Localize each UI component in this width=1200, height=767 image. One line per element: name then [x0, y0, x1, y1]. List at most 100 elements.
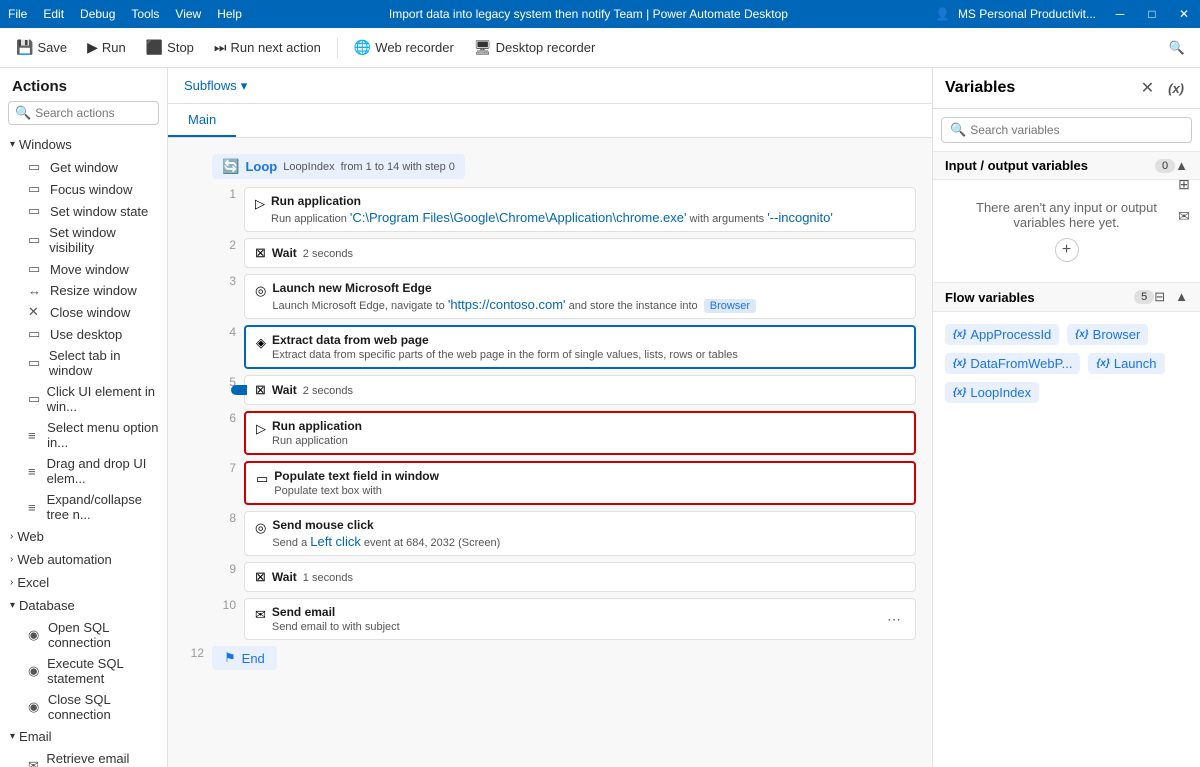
io-section-header[interactable]: Input / output variables 0 ▲ — [933, 151, 1200, 180]
loop-badge[interactable]: 🔄 Loop LoopIndex from 1 to 14 with step … — [212, 154, 465, 179]
filter-icon[interactable]: ⊟ — [1154, 289, 1165, 305]
menu-edit[interactable]: Edit — [43, 7, 64, 21]
var-chip-appprocessid[interactable]: {x} AppProcessId — [945, 324, 1059, 345]
action-execute-sql[interactable]: ◉ Execute SQL statement — [0, 653, 167, 689]
var-chip-launch[interactable]: {x} Launch — [1088, 353, 1164, 374]
variables-close-button[interactable]: ✕ — [1137, 76, 1158, 100]
tab-icon: ▭ — [28, 355, 43, 371]
stop-button[interactable]: ⬛ Stop — [138, 35, 202, 60]
action-get-window[interactable]: ▭ Get window — [0, 156, 167, 178]
action-set-window-state[interactable]: ▭ Set window state — [0, 200, 167, 222]
category-excel[interactable]: › Excel — [0, 571, 167, 594]
flow-step-extract-data[interactable]: ◈ Extract data from web page Extract dat… — [244, 325, 916, 369]
minimize-button[interactable]: ─ — [1112, 6, 1128, 22]
desktop-recorder-icon: 🖥 — [474, 39, 492, 56]
flow-step-launch-edge[interactable]: ◎ Launch new Microsoft Edge Launch Micro… — [244, 274, 916, 319]
menu-file[interactable]: File — [8, 7, 27, 21]
step-row-2: 2 ⊠ Wait 2 seconds — [216, 238, 916, 268]
var-chip-browser[interactable]: {x} Browser — [1067, 324, 1148, 345]
variables-panel: Variables ✕ (x) 🔍 ⊞ ✉ Input / output var… — [932, 68, 1200, 767]
flow-step-mouse-click[interactable]: ◎ Send mouse click Send a Left click eve… — [244, 511, 916, 556]
category-windows[interactable]: ▾ Windows — [0, 133, 167, 156]
flow-canvas: Subflows ▾ Main 🔄 Loop LoopIndex from 1 … — [168, 68, 932, 767]
action-open-sql[interactable]: ◉ Open SQL connection — [0, 617, 167, 653]
action-retrieve-email[interactable]: ✉ Retrieve email messages — [0, 748, 167, 767]
search-button[interactable]: 🔍 — [1162, 34, 1192, 62]
add-io-variable-button[interactable]: + — [1055, 238, 1079, 262]
run-next-button[interactable]: ⏭ Run next action — [206, 35, 329, 60]
save-button[interactable]: 💾 Save — [8, 35, 75, 60]
action-expand-tree[interactable]: ≡ Expand/collapse tree n... — [0, 489, 167, 525]
close-button[interactable]: ✕ — [1176, 6, 1192, 22]
end-badge[interactable]: ⚑ End — [212, 646, 277, 670]
category-web[interactable]: › Web — [0, 525, 167, 548]
category-database[interactable]: ▾ Database — [0, 594, 167, 617]
action-click-ui[interactable]: ▭ Click UI element in win... — [0, 381, 167, 417]
step-row-7: 7 ▭ Populate text field in window Popula… — [216, 461, 916, 505]
subflows-label: Subflows — [184, 78, 237, 93]
action-resize-window[interactable]: ↔ Resize window — [0, 280, 167, 301]
window-icon: ▭ — [28, 159, 44, 175]
maximize-button[interactable]: □ — [1144, 6, 1160, 22]
input-output-icon[interactable]: ⊞ — [1172, 172, 1196, 196]
variables-search-input[interactable] — [970, 123, 1183, 137]
email-icon: ✉ — [255, 607, 266, 623]
step-more-button[interactable]: ⋯ — [883, 607, 905, 632]
action-use-desktop[interactable]: ▭ Use desktop — [0, 323, 167, 345]
action-close-window[interactable]: ✕ Close window — [0, 301, 167, 323]
chevron-up-icon[interactable]: ▲ — [1175, 289, 1188, 305]
io-variables-section: Input / output variables 0 ▲ There aren'… — [933, 151, 1200, 282]
category-web-automation[interactable]: › Web automation — [0, 548, 167, 571]
click-icon: ▭ — [28, 391, 41, 407]
action-close-sql[interactable]: ◉ Close SQL connection — [0, 689, 167, 725]
canvas-area: 🔄 Loop LoopIndex from 1 to 14 with step … — [168, 138, 932, 767]
actions-search-box[interactable]: 🔍 — [8, 101, 159, 125]
menu-view[interactable]: View — [175, 7, 201, 21]
flow-step-run-app-2[interactable]: ▷ Run application Run application — [244, 411, 916, 455]
variable-icon: {x} — [1096, 358, 1109, 369]
var-chip-datafromwebpage[interactable]: {x} DataFromWebP... — [945, 353, 1080, 374]
web-recorder-button[interactable]: 🌐 Web recorder — [346, 35, 462, 60]
variable-icon: {x} — [1075, 329, 1088, 340]
action-select-tab[interactable]: ▭ Select tab in window — [0, 345, 167, 381]
chevron-down-icon: ▾ — [10, 600, 15, 611]
flow-step-wait-2[interactable]: ⊠ Wait 2 seconds — [244, 375, 916, 405]
flow-section-header[interactable]: Flow variables 5 ⊟ ▲ — [933, 282, 1200, 312]
tab-main[interactable]: Main — [168, 104, 236, 137]
send-icon[interactable]: ✉ — [1172, 204, 1196, 228]
variable-icon: {x} — [953, 329, 966, 340]
run-icon: ▷ — [255, 196, 265, 212]
category-email[interactable]: ▾ Email — [0, 725, 167, 748]
chevron-down-icon: ▾ — [10, 731, 15, 742]
action-move-window[interactable]: ▭ Move window — [0, 258, 167, 280]
chevron-down-icon: ▾ — [241, 78, 248, 94]
flow-step-run-app-1[interactable]: ▷ Run application Run application 'C:\Pr… — [244, 187, 916, 232]
flow-step-wait-3[interactable]: ⊠ Wait 1 seconds — [244, 562, 916, 592]
sql-icon: ◉ — [28, 699, 42, 715]
flow-step-populate-text[interactable]: ▭ Populate text field in window Populate… — [244, 461, 916, 505]
variables-fx-button[interactable]: (x) — [1164, 79, 1188, 98]
action-set-window-visibility[interactable]: ▭ Set window visibility — [0, 222, 167, 258]
main-layout: Actions 🔍 ▾ Windows ▭ Get window ▭ Focus… — [0, 68, 1200, 767]
actions-search-input[interactable] — [35, 106, 168, 120]
flow-variables-chips: {x} AppProcessId {x} Browser {x} DataFro… — [933, 312, 1200, 415]
window-icon: ▭ — [28, 203, 44, 219]
menu-help[interactable]: Help — [217, 7, 242, 21]
variables-header: Variables ✕ (x) — [933, 68, 1200, 109]
action-drag-drop[interactable]: ≡ Drag and drop UI elem... — [0, 453, 167, 489]
action-focus-window[interactable]: ▭ Focus window — [0, 178, 167, 200]
flow-step-wait-1[interactable]: ⊠ Wait 2 seconds — [244, 238, 916, 268]
var-chip-loopindex[interactable]: {x} LoopIndex — [945, 382, 1039, 403]
subflows-button[interactable]: Subflows ▾ — [176, 74, 255, 98]
run-button[interactable]: ▶ Run — [79, 35, 134, 60]
variables-search-box[interactable]: 🔍 — [941, 117, 1192, 143]
desktop-recorder-button[interactable]: 🖥 Desktop recorder — [466, 35, 604, 60]
loop-header: 🔄 Loop LoopIndex from 1 to 14 with step … — [184, 154, 916, 179]
menu-tools[interactable]: Tools — [131, 7, 159, 21]
step-row-3: 3 ◎ Launch new Microsoft Edge Launch Mic… — [216, 274, 916, 319]
step-row-4: 4 ◈ Extract data from web page Extract d… — [216, 325, 916, 369]
flow-section-controls: ⊟ ▲ — [1154, 289, 1188, 305]
flow-step-send-email[interactable]: ✉ Send email Send email to with subject … — [244, 598, 916, 640]
action-select-menu[interactable]: ≡ Select menu option in... — [0, 417, 167, 453]
menu-debug[interactable]: Debug — [80, 7, 115, 21]
